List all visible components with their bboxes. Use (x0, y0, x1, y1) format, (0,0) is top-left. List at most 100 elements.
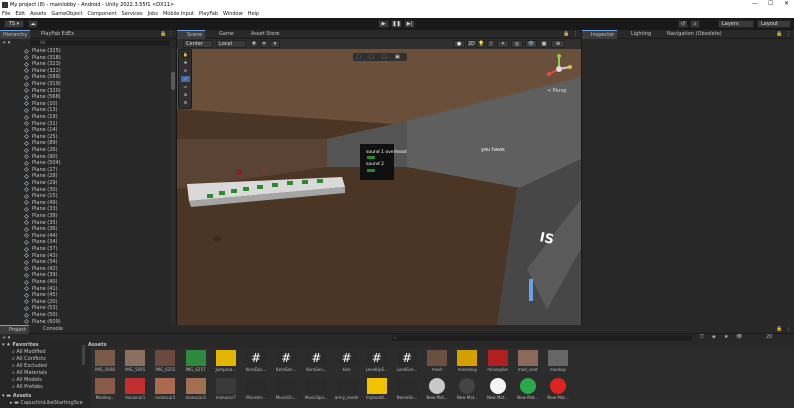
menu-edit[interactable]: Edit (15, 11, 25, 17)
asset-item[interactable]: # KeraSen... (272, 350, 300, 378)
asset-item[interactable]: # KeraSen... (302, 350, 330, 378)
hierarchy-item[interactable]: Plane (20) (24, 299, 58, 305)
hierarchy-item[interactable]: Plane (38) (24, 213, 58, 219)
history-icon[interactable]: ↺ (678, 20, 688, 28)
2d-toggle[interactable]: 2D (467, 40, 475, 48)
add-button[interactable]: + ▾ (2, 40, 10, 46)
asset-item[interactable]: New Mat... (484, 378, 512, 406)
hierarchy-item[interactable]: Plane (34) (24, 259, 58, 265)
assets-folder-item[interactable]: ▸ ▬ CapuchinLikeStartingSce (10, 400, 90, 406)
hierarchy-item[interactable]: Plane (89) (24, 140, 58, 146)
scale-tool-icon[interactable]: ⤢ (181, 76, 190, 82)
tab-inspector[interactable]: Inspector (582, 30, 618, 39)
asset-item[interactable]: # LoadSce... (393, 350, 421, 378)
minimize-button[interactable]: — (752, 0, 758, 7)
lock-icon[interactable]: 🔒 (563, 31, 569, 37)
lighting-toggle-icon[interactable]: 💡 (477, 40, 485, 48)
hierarchy-item[interactable]: Plane (49) (24, 200, 58, 206)
asset-item[interactable]: # kick (333, 350, 361, 378)
hierarchy-item[interactable]: Plane (504) (24, 160, 61, 166)
menu-playfab[interactable]: PlayFab (199, 11, 218, 17)
favorite-item[interactable]: ⌕ All Materials (12, 370, 47, 376)
asset-item[interactable]: monkey (544, 350, 572, 378)
tab-asset-store[interactable]: Asset Store (241, 30, 282, 39)
hierarchy-item[interactable]: Plane (27) (24, 167, 58, 173)
cloud-icon[interactable]: ☁ (28, 20, 38, 28)
view-tool-icon[interactable]: ✋ (181, 52, 190, 58)
overlay-icon[interactable]: ⬚ (356, 54, 361, 60)
scrollbar-thumb[interactable] (171, 72, 175, 90)
asset-item[interactable]: # LevelUpS... (363, 350, 391, 378)
hierarchy-search-input[interactable]: All (30, 40, 170, 46)
persp-label[interactable]: < Persp (547, 88, 567, 94)
asset-item[interactable]: monocar2 (151, 378, 179, 406)
move-tool-icon[interactable]: ✥ (181, 60, 190, 66)
pause-button[interactable]: ❚❚ (391, 20, 402, 28)
tab-scene[interactable]: Scene (177, 30, 206, 39)
snap-icon[interactable]: ⌗ (260, 40, 268, 48)
asset-item[interactable]: New Mat... (514, 378, 542, 406)
asset-item[interactable]: mesh (423, 350, 451, 378)
menu-component[interactable]: Component (88, 11, 117, 17)
camera-icon[interactable]: ▣ (539, 40, 549, 48)
menu-mobile-input[interactable]: Mobile Input (163, 11, 194, 17)
asset-item[interactable]: Monster... (242, 378, 270, 406)
effects-toggle-icon[interactable]: ✦ (497, 40, 509, 48)
favorite-item[interactable]: ⌕ All Models (12, 377, 42, 383)
tab-lighting[interactable]: Lighting (622, 30, 654, 39)
favorite-item[interactable]: ⌕ All Conflicts (12, 356, 46, 362)
overlay-icon[interactable]: ▣ (395, 54, 400, 60)
overlay-icon[interactable]: ⬚ (382, 54, 387, 60)
menu-assets[interactable]: Assets (30, 11, 46, 17)
hierarchy-item[interactable]: Plane (41) (24, 286, 58, 292)
hierarchy-item[interactable]: Plane (323) (24, 61, 61, 67)
asset-item[interactable]: minespike (484, 350, 512, 378)
hierarchy-item[interactable]: Plane (19) (24, 114, 58, 120)
menu-jobs[interactable]: Jobs (148, 11, 158, 17)
menu-help[interactable]: Help (248, 11, 259, 17)
play-button[interactable]: ▶ (378, 20, 389, 28)
asset-item[interactable]: mybeat8... (363, 378, 391, 406)
asset-item[interactable]: IMG_5695 (121, 350, 149, 378)
hierarchy-item[interactable]: Plane (14) (24, 127, 58, 133)
hierarchy-item[interactable]: Plane (318) (24, 55, 61, 61)
transform-tool-icon[interactable]: ⊞ (181, 92, 190, 98)
rotate-tool-icon[interactable]: ⟳ (181, 68, 190, 74)
hierarchy-item[interactable]: Plane (30) (24, 187, 58, 193)
lock-icon[interactable]: 🔒 (160, 31, 166, 37)
gizmos-icon[interactable]: ⊕ (551, 40, 565, 48)
tab-hierarchy[interactable]: Hierarchy (0, 30, 31, 39)
tab-project[interactable]: Project (0, 325, 30, 334)
eye-icon[interactable]: 👁 (736, 334, 742, 340)
tab-playfab-edex[interactable]: PlayFab EdEx (38, 30, 77, 39)
custom-tool-icon[interactable]: ⚙ (181, 100, 190, 106)
asset-item[interactable]: mod_vent (514, 350, 542, 378)
asset-item[interactable]: New Mat... (453, 378, 481, 406)
hierarchy-item[interactable]: Plane (34) (24, 239, 58, 245)
overlay-icon[interactable]: ⬚ (369, 54, 374, 60)
hierarchy-item[interactable]: Plane (36) (24, 226, 58, 232)
tab-navigation[interactable]: Navigation (Obsolete) (658, 30, 725, 39)
asset-item[interactable]: NameSn... (393, 378, 421, 406)
close-button[interactable]: ✕ (784, 0, 789, 7)
asset-item[interactable]: mineskuy (453, 350, 481, 378)
asset-item[interactable]: # KeraDus... (242, 350, 270, 378)
more-icon[interactable]: ⋮ (786, 31, 791, 37)
hierarchy-item[interactable]: Plane (322) (24, 68, 61, 74)
hierarchy-item[interactable]: Plane (10) (24, 101, 58, 107)
menu-window[interactable]: Window (223, 11, 243, 17)
hidden-objects-icon[interactable]: ◎ (511, 40, 523, 48)
star-icon[interactable]: ★ (724, 334, 728, 340)
hierarchy-scrollbar[interactable] (171, 48, 175, 323)
menu-gameobject[interactable]: GameObject (51, 11, 82, 17)
assets-header[interactable]: ▾ ▬ Assets (2, 393, 31, 399)
asset-item[interactable]: monocar7 (212, 378, 240, 406)
more-icon[interactable]: ⋮ (168, 31, 173, 37)
hierarchy-item[interactable]: Plane (39) (24, 272, 58, 278)
layers-dropdown[interactable]: Layers (718, 20, 754, 28)
asset-item[interactable]: monocar1 (121, 378, 149, 406)
menu-file[interactable]: File (2, 11, 10, 17)
asset-item[interactable]: Jumpsca... (212, 350, 240, 378)
hierarchy-item[interactable]: Plane (325) (24, 48, 61, 54)
favorite-item[interactable]: ⌕ All Prefabs (12, 384, 43, 390)
